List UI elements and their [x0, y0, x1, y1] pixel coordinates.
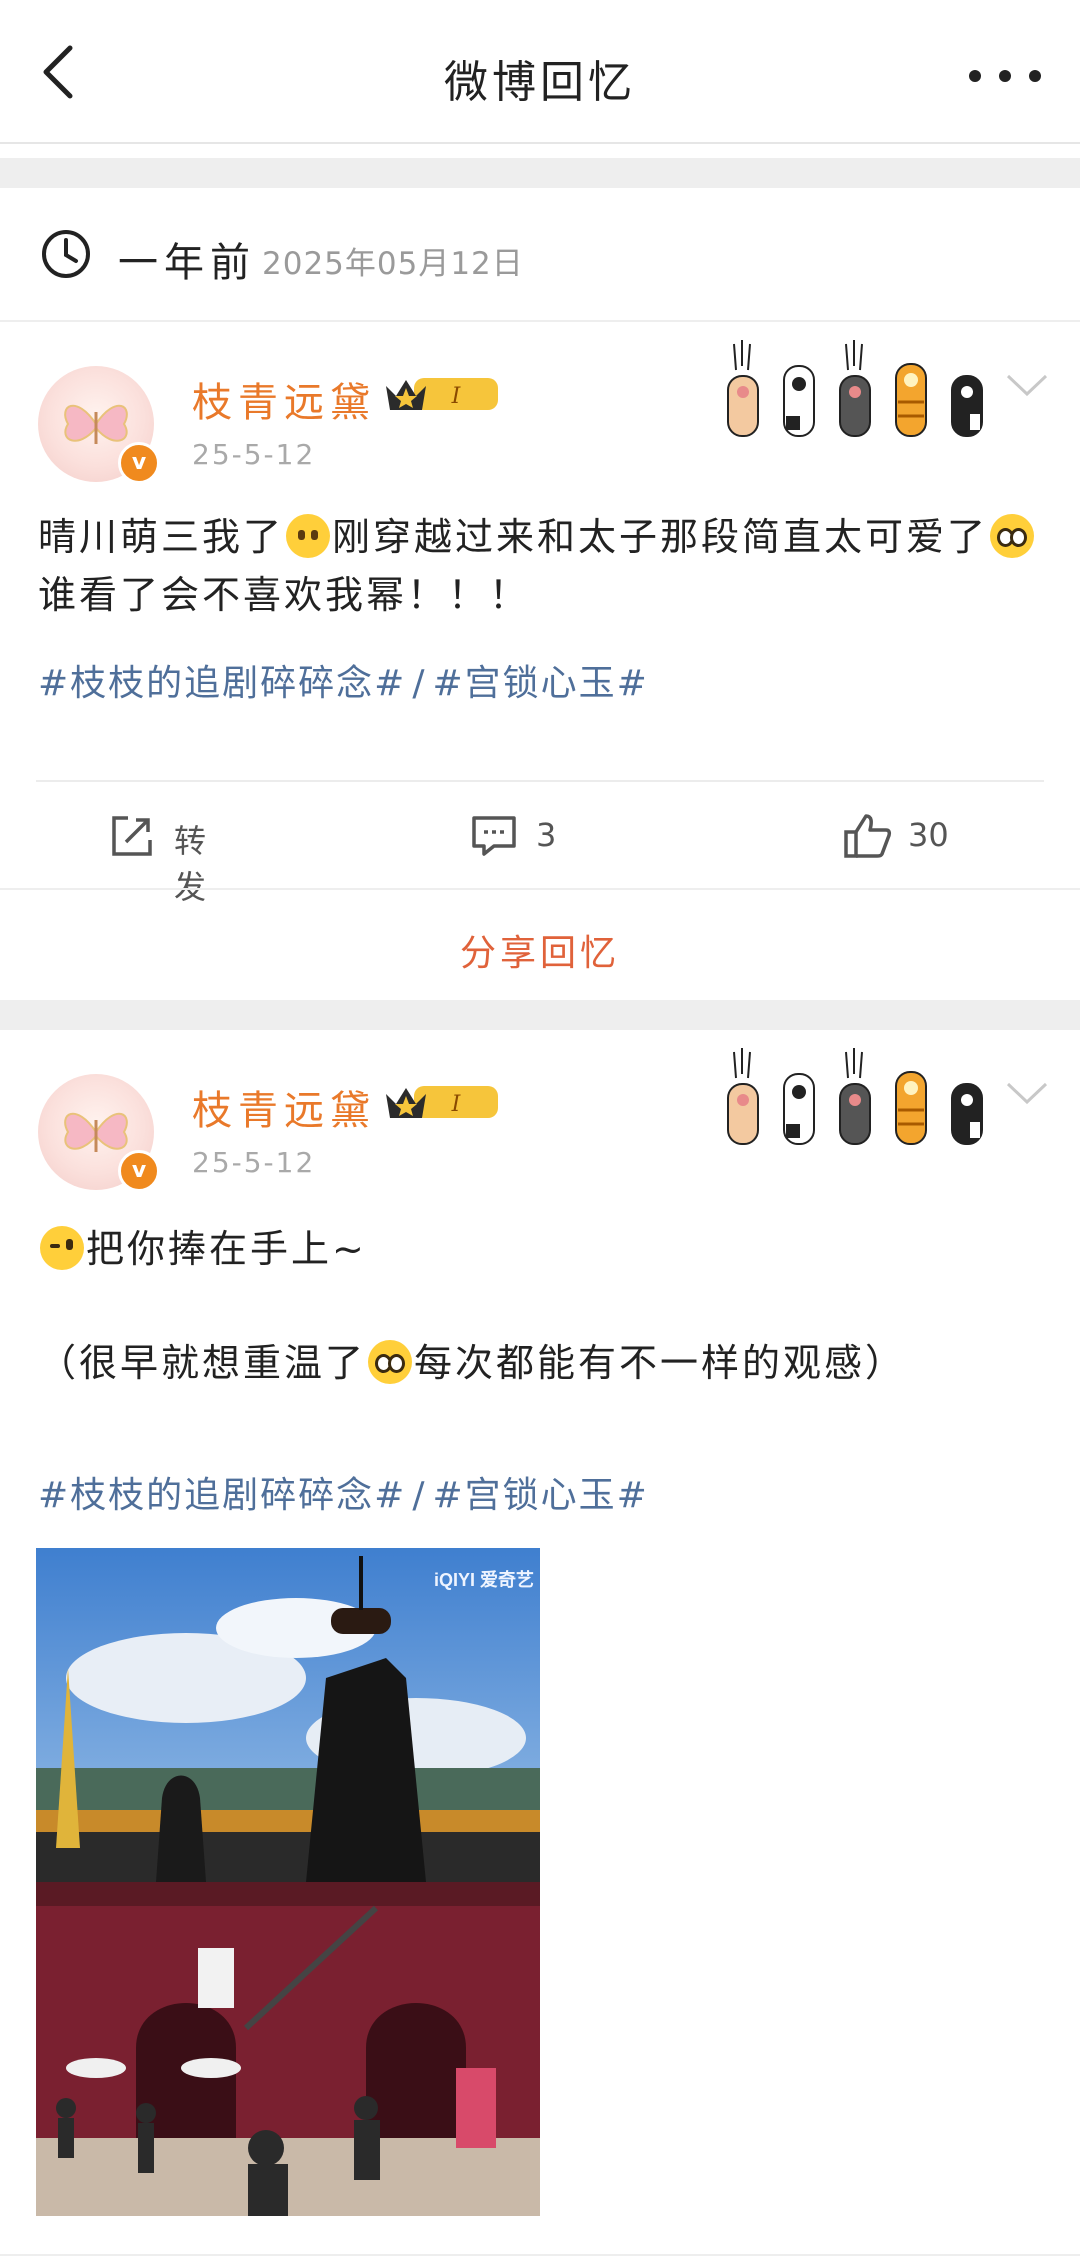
wink-emoji-icon [40, 1226, 84, 1270]
post-text: 把你捧在手上~ [38, 1220, 1048, 1278]
divider [0, 2254, 1080, 2256]
topic-tags: #枝枝的追剧碎碎念# / #宫锁心玉# [38, 1466, 649, 1518]
post-text-part: （很早就想重温了 [38, 1341, 367, 1385]
verified-icon: v [118, 442, 160, 484]
topic-tag[interactable]: #枝枝的追剧碎碎念# [38, 1475, 406, 1516]
image-watermark: iQIYI 爱奇艺 [434, 1569, 534, 1590]
paw-icon [727, 340, 983, 437]
post-text-part: 谁看了会不喜欢我幂！！！ [38, 573, 531, 617]
chevron-down-icon[interactable] [1004, 370, 1050, 400]
post-date: 25-5-12 [192, 1146, 316, 1179]
post-image-graphic: iQIYI 爱奇艺 [36, 1548, 540, 2216]
crown-icon: I [386, 1086, 498, 1118]
post-text: （很早就想重温了 每次都能有不一样的观感） [38, 1334, 1048, 1392]
topic-tag[interactable]: #宫锁心玉# [432, 1475, 648, 1516]
crying-emoji-icon [286, 514, 331, 558]
top-navigation-bar: 微博回忆 [0, 0, 1080, 144]
post-date: 25-5-12 [192, 438, 316, 471]
section-gap [0, 1000, 1080, 1030]
pleading-emoji-icon [990, 514, 1035, 558]
like-count: 30 [908, 816, 949, 854]
tag-separator: / [412, 663, 427, 704]
post-text-part: 刚穿越过来和太子那段简直太可爱了 [332, 515, 989, 559]
crown-icon: I [386, 378, 498, 410]
section-gap [0, 158, 1080, 188]
comment-count: 3 [536, 816, 557, 854]
post-text-part: 每次都能有不一样的观感） [414, 1341, 907, 1385]
post-text-part: 晴川萌三我了 [38, 515, 285, 559]
action-bar: 转发 3 30 [36, 780, 1044, 906]
page-title: 微博回忆 [444, 57, 636, 108]
tag-separator: / [412, 1475, 427, 1516]
more-icon[interactable] [960, 56, 1050, 96]
comment-icon [472, 816, 516, 856]
share-row: 分享回忆 [0, 888, 1080, 1002]
share-memory-button[interactable]: 分享回忆 [0, 924, 1080, 976]
memory-label: 一年前 [118, 240, 256, 286]
like-icon [844, 814, 892, 858]
post-image[interactable]: iQIYI 爱奇艺 [36, 1548, 540, 2216]
post-text-part: 把你捧在手上~ [86, 1227, 367, 1271]
clock-icon [42, 230, 90, 278]
verified-icon: v [118, 1150, 160, 1192]
chevron-down-icon[interactable] [1004, 1078, 1050, 1108]
level-label: I [451, 384, 462, 409]
username[interactable]: 枝青远黛 [192, 370, 376, 428]
level-label: I [451, 1092, 462, 1117]
post-card: v 枝青远黛 I 25-5-12 晴川萌三我了 刚穿越过来和太子那段简直太可爱了谁… [0, 322, 1080, 1002]
username[interactable]: 枝青远黛 [192, 1078, 376, 1136]
topic-tag[interactable]: #枝枝的追剧碎碎念# [38, 663, 406, 704]
pleading-emoji-icon [368, 1340, 413, 1384]
topic-tag[interactable]: #宫锁心玉# [432, 663, 648, 704]
paw-icon [727, 1048, 983, 1145]
memory-date-row: 一年前 2025年05月12日 [0, 188, 1080, 320]
divider [0, 142, 1080, 144]
repost-icon [112, 816, 152, 856]
post-card: v 枝青远黛 I 25-5-12 把你捧在手上~ （很早就想重温了 每次都能有不一… [0, 1030, 1080, 2261]
topic-tags: #枝枝的追剧碎碎念# / #宫锁心玉# [38, 654, 649, 706]
post-text: 晴川萌三我了 刚穿越过来和太子那段简直太可爱了谁看了会不喜欢我幂！！！ [38, 508, 1048, 624]
memory-date: 2025年05月12日 [262, 246, 524, 282]
